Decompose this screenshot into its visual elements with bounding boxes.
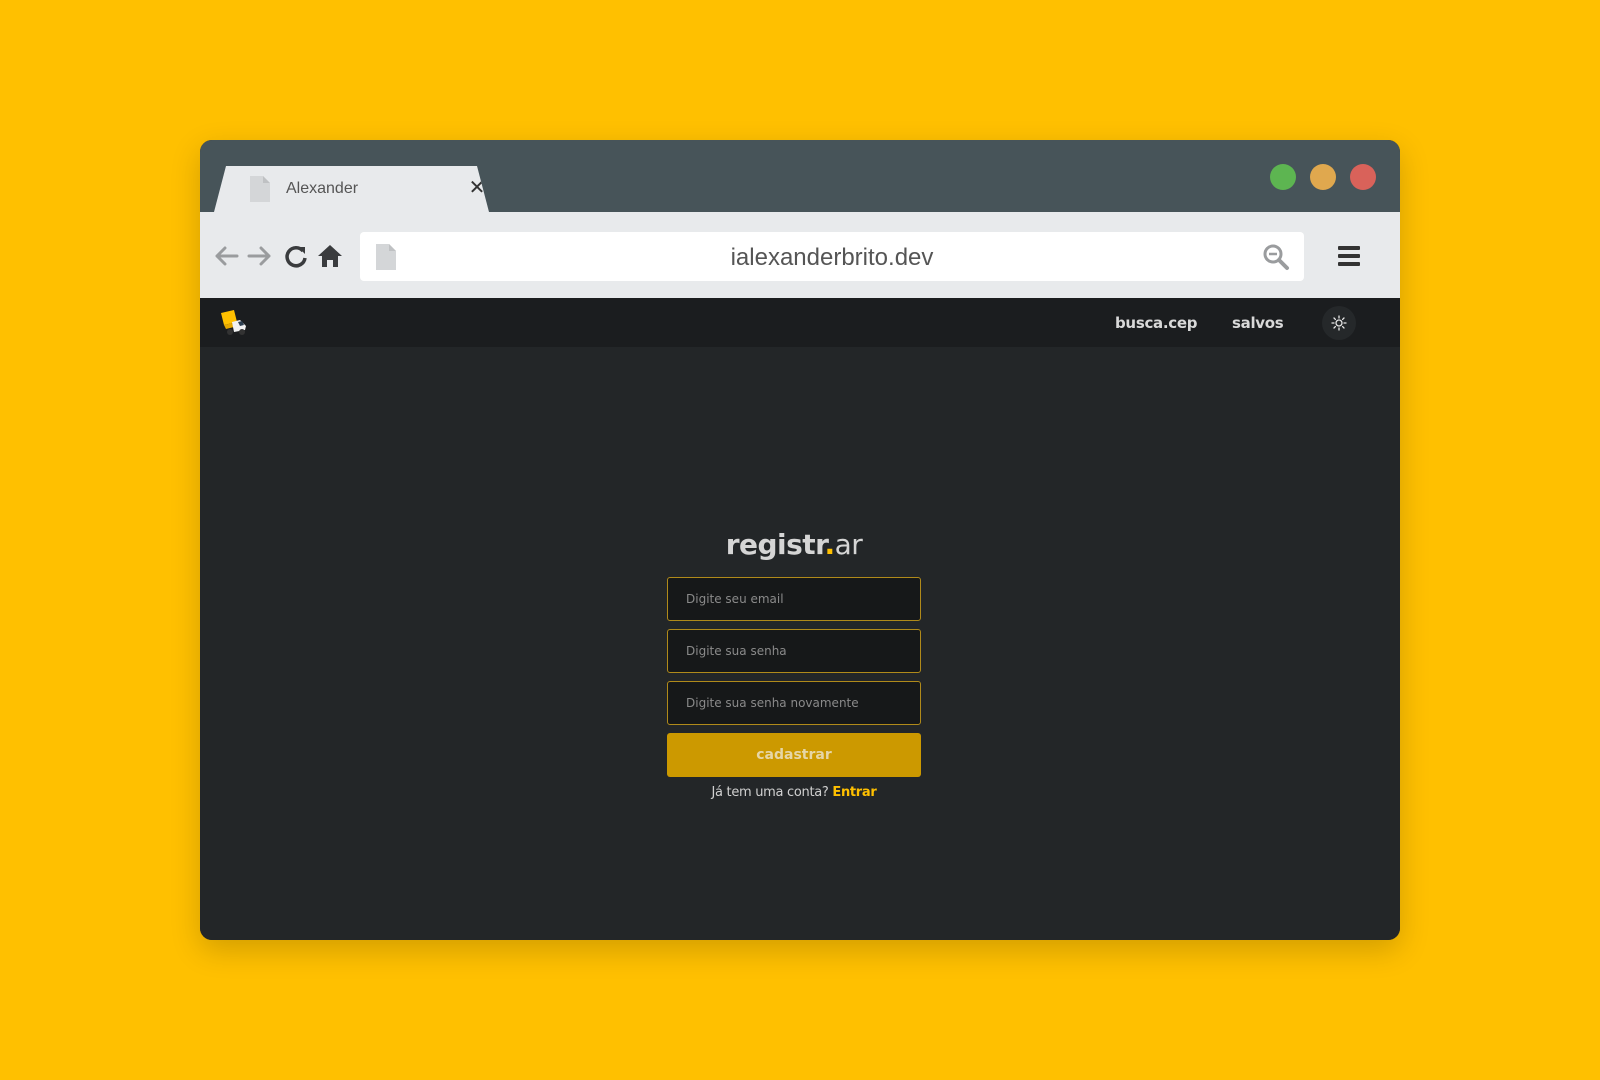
tab-title: Alexander xyxy=(286,180,359,197)
register-form: registr.ar cadastrar Já tem uma conta? E… xyxy=(667,525,921,800)
address-url[interactable]: ialexanderbrito.dev xyxy=(360,244,1304,272)
browser-window: Alexander ✕ ialexanderbrito.dev busca.ce… xyxy=(200,140,1400,940)
reload-icon[interactable] xyxy=(282,242,310,270)
login-prompt: Já tem uma conta? Entrar xyxy=(667,785,921,800)
login-prompt-text: Já tem uma conta? xyxy=(711,785,833,800)
register-button[interactable]: cadastrar xyxy=(667,733,921,777)
password-field[interactable] xyxy=(667,629,921,673)
window-close-button[interactable] xyxy=(1350,164,1376,190)
window-minimize-button[interactable] xyxy=(1310,164,1336,190)
back-arrow-icon[interactable] xyxy=(212,242,240,270)
site-header: busca.cep salvos xyxy=(200,298,1400,347)
title-dot: . xyxy=(824,528,836,561)
address-bar[interactable]: ialexanderbrito.dev xyxy=(360,232,1304,281)
nav-link-salvos[interactable]: salvos xyxy=(1232,314,1284,332)
hamburger-menu-icon[interactable] xyxy=(1338,246,1360,268)
main-content: registr.ar cadastrar Já tem uma conta? E… xyxy=(200,347,1400,940)
forward-arrow-icon[interactable] xyxy=(246,242,274,270)
email-field[interactable] xyxy=(667,577,921,621)
theme-toggle-button[interactable] xyxy=(1322,306,1356,340)
browser-titlebar: Alexander ✕ xyxy=(200,140,1400,212)
login-link[interactable]: Entrar xyxy=(832,785,876,800)
title-bold: registr xyxy=(725,528,825,561)
title-light: ar xyxy=(834,528,863,561)
document-icon xyxy=(250,176,270,202)
browser-toolbar: ialexanderbrito.dev xyxy=(200,212,1400,298)
sun-icon xyxy=(1331,315,1347,331)
window-maximize-button[interactable] xyxy=(1270,164,1296,190)
truck-logo-icon[interactable] xyxy=(218,308,248,338)
page-title: registr.ar xyxy=(667,525,921,565)
home-icon[interactable] xyxy=(316,242,344,270)
nav-link-busca-cep[interactable]: busca.cep xyxy=(1115,314,1197,332)
tab-close-icon[interactable]: ✕ xyxy=(467,176,487,200)
zoom-search-icon[interactable] xyxy=(1262,243,1290,271)
browser-tab[interactable]: Alexander ✕ xyxy=(214,166,489,212)
password-confirm-field[interactable] xyxy=(667,681,921,725)
